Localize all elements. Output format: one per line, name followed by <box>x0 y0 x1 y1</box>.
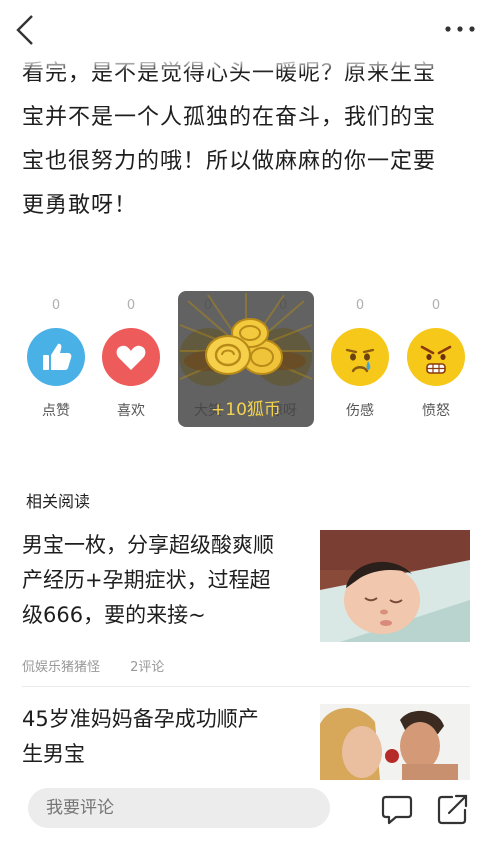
news-title-line: 45岁准妈妈备孕成功顺产 <box>22 707 259 731</box>
more-dots-icon <box>445 26 475 32</box>
reaction-angry[interactable]: 0 愤怒 <box>398 296 474 420</box>
article-line: 更勇敢呀！ <box>22 193 138 218</box>
related-reading-title: 相关阅读 <box>22 488 95 512</box>
news-title-line: 男宝一枚，分享超级酸爽顺 <box>22 533 274 557</box>
news-thumbnail-couple <box>320 704 470 780</box>
reaction-like[interactable]: 0 点赞 <box>18 296 94 420</box>
news-author: 侃娱乐猪猪怪 <box>22 660 101 675</box>
news-title: 男宝一枚，分享超级酸爽顺 产经历+孕期症状，过程超 级666，要的来接~ <box>22 528 310 633</box>
news-title-line: 级666，要的来接~ <box>22 603 206 627</box>
reaction-love[interactable]: 0 喜欢 <box>93 296 169 420</box>
news-title-line: 产经历+孕期症状，过程超 <box>22 568 271 592</box>
news-title: 45岁准妈妈备孕成功顺产 生男宝 <box>22 702 310 772</box>
reaction-label: 喜欢 <box>117 403 145 419</box>
reaction-count: 0 <box>355 298 365 313</box>
divider <box>22 686 470 687</box>
share-edit-icon <box>437 794 468 825</box>
coin-reward-popup: +10狐币 <box>178 291 314 427</box>
reaction-sad[interactable]: 0 伤感 <box>322 296 398 420</box>
top-fade <box>0 58 490 72</box>
back-button[interactable] <box>8 10 48 50</box>
reaction-label: 愤怒 <box>422 403 450 419</box>
reaction-count: 0 <box>126 298 136 313</box>
comment-button[interactable] <box>380 792 414 826</box>
top-bar <box>0 0 490 58</box>
reaction-label: 伤感 <box>346 403 374 419</box>
news-title-line: 生男宝 <box>22 742 85 766</box>
comment-input[interactable] <box>28 788 330 828</box>
reaction-count: 0 <box>431 298 441 313</box>
share-button[interactable] <box>436 792 470 826</box>
bottom-bar <box>0 780 490 841</box>
crying-face-icon <box>331 328 389 386</box>
comment-bubble-icon <box>381 795 413 825</box>
related-reading-label: 相关阅读 <box>26 492 91 511</box>
news-comment-count: 2评论 <box>130 660 165 675</box>
article-line: 宝并不是一个人孤独的在奋斗，我们的宝 <box>22 105 437 130</box>
more-button[interactable] <box>440 14 480 44</box>
article-body: 看完，是不是觉得心头一暖呢？原来生宝 宝并不是一个人孤独的在奋斗，我们的宝 宝也… <box>22 52 472 228</box>
reaction-count: 0 <box>51 298 61 313</box>
chevron-left-icon <box>16 15 33 45</box>
heart-icon <box>102 328 160 386</box>
coin-reward-text: +10狐币 <box>211 400 281 420</box>
thumbs-up-icon <box>27 328 85 386</box>
news-thumbnail-baby <box>320 530 470 642</box>
angry-face-icon <box>407 328 465 386</box>
news-meta: 侃娱乐猪猪怪 2评论 <box>22 656 190 675</box>
article-line: 宝也很努力的哦！所以做麻麻的你一定要 <box>22 149 437 174</box>
reaction-label: 点赞 <box>42 403 70 419</box>
